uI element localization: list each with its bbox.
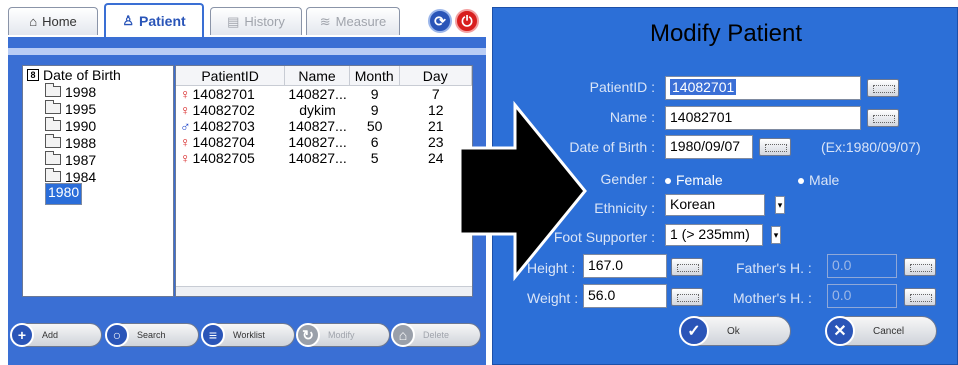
father-height-label: Father's H. :: [736, 260, 812, 276]
home-icon: ⌂: [29, 14, 38, 29]
foot-supporter-select[interactable]: 1 (> 235mm): [665, 224, 763, 246]
column-header-month[interactable]: Month: [349, 66, 400, 85]
column-header-patientid[interactable]: PatientID: [176, 66, 286, 85]
tree-item-1988[interactable]: 1988: [23, 134, 173, 151]
delete-button[interactable]: ⌂ Delete: [391, 323, 481, 347]
worklist-button[interactable]: ≡ Worklist: [201, 323, 295, 347]
tab-measure[interactable]: ≋ Measure: [306, 7, 400, 35]
weight-label: Weight :: [527, 290, 579, 306]
keyboard-icon[interactable]: [904, 288, 936, 306]
female-icon: ♀: [180, 134, 191, 150]
table-row[interactable]: ♂ 14082703 140827... 50 21: [176, 118, 472, 134]
mother-height-label: Mother's H. :: [733, 290, 812, 306]
divider: [8, 48, 486, 55]
tree-item-1998[interactable]: 1998: [23, 83, 173, 100]
ethnicity-label: Ethnicity :: [594, 200, 655, 216]
column-header-day[interactable]: Day: [399, 66, 473, 85]
patient-panel: ⌂ Home ♙ Patient ▤ History ≋ Measure ⟳ ⏻…: [8, 0, 486, 365]
gender-male-radio[interactable]: Male: [798, 172, 839, 188]
gender-label: Gender :: [600, 171, 655, 187]
horizontal-scrollbar[interactable]: [176, 286, 472, 296]
tree-item-1995[interactable]: 1995: [23, 100, 173, 117]
check-icon: ✓: [679, 316, 709, 346]
father-height-field[interactable]: 0.0: [827, 254, 897, 278]
name-field[interactable]: 14082701: [665, 106, 861, 130]
table-row[interactable]: ♀ 14082702 dykim 9 12: [176, 102, 472, 118]
refresh-icon: ⟳: [434, 12, 446, 29]
folder-icon: [45, 100, 61, 114]
transition-arrow-icon: [458, 100, 587, 282]
action-bar: + Add ○ Search ≡ Worklist ↻ Modify ⌂ Del…: [8, 310, 486, 365]
document-icon: ▤: [227, 13, 240, 29]
patient-table: PatientID Name Month Day ♀ 14082701 14082…: [175, 65, 473, 297]
patientid-label: PatientID :: [589, 79, 655, 95]
tab-bar: ⌂ Home ♙ Patient ▤ History ≋ Measure ⟳ ⏻: [8, 0, 486, 37]
male-icon: ♂: [180, 118, 191, 134]
name-label: Name :: [609, 109, 655, 125]
search-icon: ○: [105, 323, 129, 347]
table-row[interactable]: ♀ 14082705 140827... 5 24: [176, 150, 472, 166]
cancel-button[interactable]: ✕ Cancel: [825, 316, 937, 346]
tree-item-1990[interactable]: 1990: [23, 117, 173, 134]
table-row[interactable]: ♀ 14082701 140827... 9 7: [176, 86, 472, 102]
height-field[interactable]: 167.0: [583, 254, 667, 278]
patientid-field[interactable]: 14082701: [665, 76, 861, 100]
power-icon: ⏻: [461, 12, 473, 29]
dob-hint: (Ex:1980/09/07): [821, 139, 921, 155]
tree-root[interactable]: 8 Date of Birth: [23, 66, 173, 83]
folder-icon: [45, 83, 61, 97]
gender-female-radio[interactable]: Female: [665, 172, 723, 188]
trash-icon: ⌂: [391, 323, 415, 347]
refresh-button[interactable]: ⟳: [428, 9, 452, 33]
table-row[interactable]: ♀ 14082704 140827... 6 23: [176, 134, 472, 150]
modify-icon: ↻: [296, 323, 320, 347]
female-icon: ♀: [180, 150, 191, 166]
tab-history[interactable]: ▤ History: [210, 7, 302, 35]
tree-item-1980[interactable]: 1980: [23, 182, 173, 205]
mother-height-field[interactable]: 0.0: [827, 284, 897, 308]
collapse-icon: 8: [27, 68, 39, 81]
tab-underline: [8, 37, 486, 48]
list-icon: ≡: [201, 323, 225, 347]
tree-item-1987[interactable]: 1987: [23, 151, 173, 168]
keyboard-icon[interactable]: [671, 258, 703, 276]
ok-button[interactable]: ✓ Ok: [679, 316, 791, 346]
power-button[interactable]: ⏻: [455, 9, 479, 33]
person-icon: ♙: [122, 13, 134, 28]
add-button[interactable]: + Add: [10, 323, 102, 347]
dob-tree: 8 Date of Birth 1998 1995 1990 1988 1987…: [22, 65, 174, 297]
patient-content: 8 Date of Birth 1998 1995 1990 1988 1987…: [8, 55, 486, 310]
radio-selected-icon: [665, 178, 671, 185]
keyboard-icon[interactable]: [759, 138, 791, 156]
dob-field[interactable]: 1980/09/07: [665, 135, 753, 159]
tab-home[interactable]: ⌂ Home: [8, 7, 98, 35]
folder-icon: [45, 168, 61, 182]
column-header-name[interactable]: Name: [285, 66, 350, 85]
chevron-down-icon[interactable]: ▾: [775, 196, 785, 214]
search-button[interactable]: ○ Search: [105, 323, 199, 347]
ethnicity-select[interactable]: Korean: [665, 194, 765, 216]
female-icon: ♀: [180, 102, 191, 118]
weight-field[interactable]: 56.0: [583, 284, 667, 308]
chevron-down-icon[interactable]: ▾: [771, 226, 781, 244]
folder-icon: [45, 151, 61, 165]
table-header: PatientID Name Month Day: [176, 66, 473, 86]
keyboard-icon[interactable]: [867, 79, 899, 97]
modify-button[interactable]: ↻ Modify: [296, 323, 390, 347]
tab-patient[interactable]: ♙ Patient: [104, 3, 204, 37]
dialog-title: Modify Patient: [649, 20, 803, 47]
keyboard-icon[interactable]: [867, 109, 899, 127]
keyboard-icon[interactable]: [671, 288, 703, 306]
close-icon: ✕: [825, 316, 855, 346]
radio-icon: [798, 178, 804, 185]
plus-icon: +: [10, 323, 34, 347]
folder-icon: [45, 117, 61, 131]
signal-icon: ≋: [319, 13, 331, 29]
folder-icon: [45, 134, 61, 148]
keyboard-icon[interactable]: [904, 258, 936, 276]
female-icon: ♀: [180, 86, 191, 102]
